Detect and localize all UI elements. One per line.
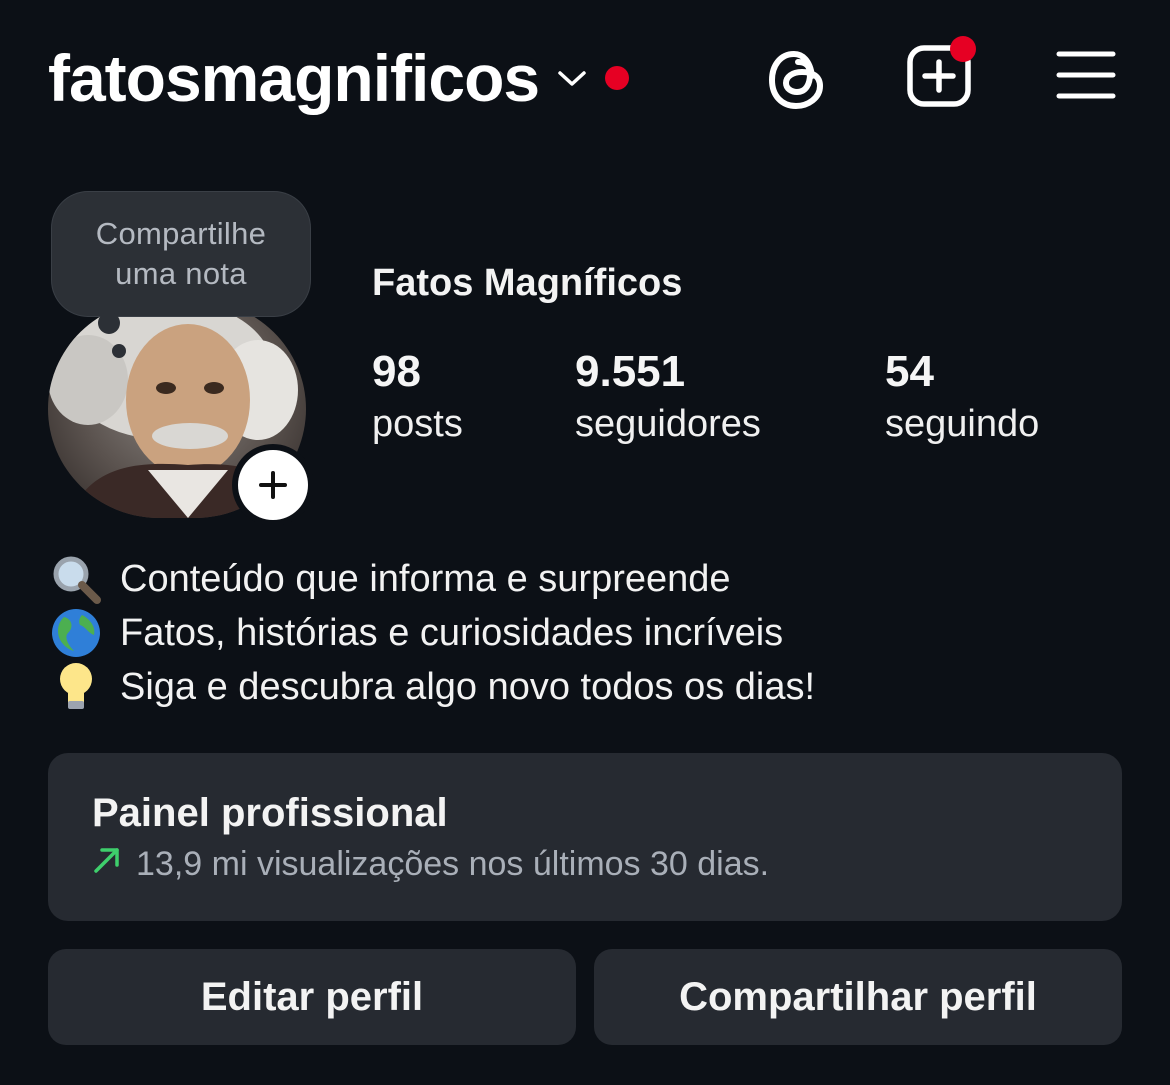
magnifier-icon: [48, 554, 104, 604]
bio-line: Siga e descubra algo novo todos os dias!: [48, 660, 815, 714]
bio-text: Siga e descubra algo novo todos os dias!: [120, 665, 816, 708]
note-line-1: Compartilhe: [95, 216, 267, 251]
following-count: 54: [885, 347, 934, 396]
notification-badge: [950, 36, 976, 62]
share-profile-button[interactable]: Compartilhar perfil: [594, 949, 1122, 1045]
stat-followers[interactable]: 9.551 seguidores: [575, 346, 761, 450]
following-label: seguindo: [885, 403, 1040, 445]
dashboard-subtitle: 13,9 mi visualizações nos últimos 30 dia…: [92, 845, 769, 884]
posts-label: posts: [372, 403, 463, 445]
threads-icon[interactable]: [766, 46, 828, 117]
share-note-bubble[interactable]: Compartilhe uma nota: [52, 192, 310, 316]
followers-label: seguidores: [575, 403, 761, 445]
profile-page: fatosmagnificos Compartilhe uma nota Fat…: [0, 0, 1170, 1085]
stat-following[interactable]: 54 seguindo: [885, 346, 1039, 450]
followers-count: 9.551: [575, 347, 686, 396]
plus-icon: [259, 471, 287, 499]
bio-line: Fatos, histórias e curiosidades incrívei…: [48, 606, 815, 660]
bio-text: Fatos, histórias e curiosidades incrívei…: [120, 611, 784, 654]
display-name: Fatos Magníficos: [372, 262, 683, 304]
hamburger-menu-icon[interactable]: [1056, 50, 1116, 105]
note-line-2: uma nota: [115, 256, 247, 291]
bio-text: Conteúdo que informa e surpreende: [120, 557, 731, 600]
edit-profile-button[interactable]: Editar perfil: [48, 949, 576, 1045]
username[interactable]: fatosmagnificos: [48, 38, 540, 118]
dashboard-title: Painel profissional: [92, 791, 448, 835]
note-tail-small: [112, 344, 126, 358]
bio-line: Conteúdo que informa e surpreende: [48, 552, 815, 606]
globe-icon: [48, 608, 104, 658]
note-tail: [98, 312, 120, 334]
dashboard-views-text: 13,9 mi visualizações nos últimos 30 dia…: [136, 845, 770, 883]
lightbulb-icon: [48, 662, 104, 712]
profile-bio: Conteúdo que informa e surpreende Fatos,…: [48, 552, 815, 714]
profile-header: fatosmagnificos: [48, 36, 1122, 118]
stat-posts[interactable]: 98 posts: [372, 346, 463, 450]
chevron-down-icon[interactable]: [557, 69, 587, 94]
trend-up-arrow-icon: [92, 845, 122, 884]
add-story-button[interactable]: [238, 450, 308, 520]
posts-count: 98: [372, 347, 421, 396]
notification-dot: [605, 66, 630, 90]
professional-dashboard[interactable]: Painel profissional 13,9 mi visualizaçõe…: [48, 753, 1122, 921]
plus-square-icon[interactable]: [906, 36, 976, 113]
